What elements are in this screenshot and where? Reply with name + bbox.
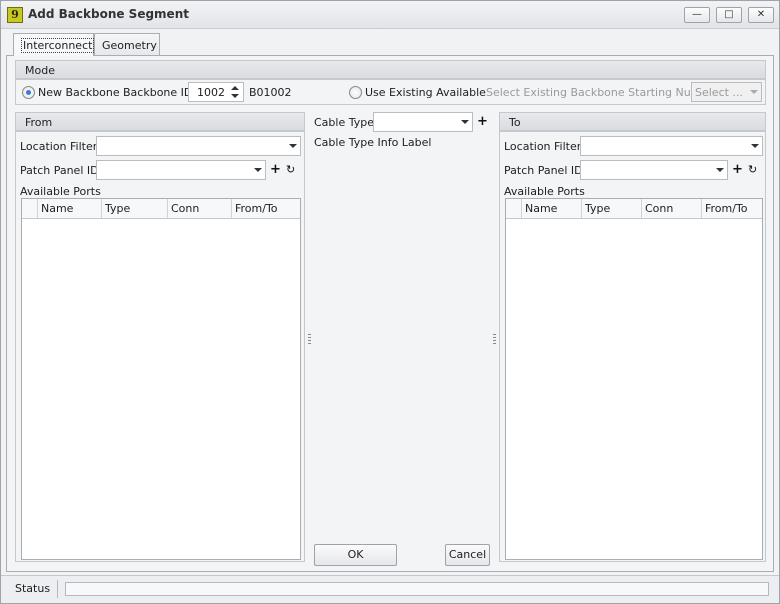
row-indicator-header	[22, 199, 38, 218]
tab-geometry-label: Geometry	[102, 39, 157, 52]
to-location-filter-label: Location Filter	[504, 140, 582, 153]
from-ports-grid[interactable]: Name Type Conn From/To	[21, 198, 301, 560]
tab-interconnect-label: Interconnect	[21, 38, 95, 53]
close-button[interactable]: ✕	[748, 7, 774, 23]
to-group-header: To	[499, 112, 766, 131]
from-location-filter-combo[interactable]	[96, 136, 301, 156]
select-existing-label: Select Existing Backbone Starting Number	[486, 86, 720, 99]
use-existing-label: Use Existing Available	[365, 86, 486, 99]
left-splitter-handle[interactable]	[308, 334, 311, 346]
tab-geometry[interactable]: Geometry	[94, 33, 160, 55]
to-available-ports-label: Available Ports	[504, 185, 585, 198]
add-cable-type-icon[interactable]: +	[477, 115, 488, 128]
ok-button[interactable]: OK	[314, 544, 397, 566]
window-title: Add Backbone Segment	[28, 7, 189, 21]
from-patch-panel-combo[interactable]	[96, 160, 266, 180]
column-header-type[interactable]: Type	[102, 199, 168, 218]
column-header-from-to[interactable]: From/To	[702, 199, 762, 218]
to-ports-grid-header: Name Type Conn From/To	[506, 199, 762, 219]
maximize-button[interactable]: □	[716, 7, 742, 23]
cable-type-combo[interactable]	[373, 112, 473, 132]
from-location-filter-label: Location Filter	[20, 140, 98, 153]
mode-group-header: Mode	[15, 60, 766, 79]
to-ports-grid[interactable]: Name Type Conn From/To	[505, 198, 763, 560]
from-group: Location Filter Patch Panel ID + ↻ Avail…	[15, 131, 305, 562]
cable-type-info-label: Cable Type Info Label	[314, 136, 432, 149]
minimize-button[interactable]: —	[684, 7, 710, 23]
status-label: Status	[15, 582, 51, 595]
chevron-down-icon[interactable]	[289, 144, 297, 148]
to-patch-panel-label: Patch Panel ID	[504, 164, 583, 177]
status-progress-bar	[65, 582, 769, 596]
cable-type-label: Cable Type	[314, 116, 374, 129]
spin-up-icon[interactable]	[231, 86, 239, 90]
mode-group: New Backbone Backbone ID 1002 B01002 Use…	[15, 79, 766, 105]
new-backbone-label: New Backbone	[38, 86, 120, 99]
cancel-button[interactable]: Cancel	[445, 544, 490, 566]
column-header-conn[interactable]: Conn	[642, 199, 702, 218]
chevron-down-icon[interactable]	[254, 168, 262, 172]
from-available-ports-label: Available Ports	[20, 185, 101, 198]
new-backbone-radio[interactable]	[22, 86, 35, 99]
column-header-type[interactable]: Type	[582, 199, 642, 218]
chevron-down-icon	[750, 90, 758, 94]
app-logo-icon: 9	[7, 7, 23, 23]
row-indicator-header	[506, 199, 522, 218]
to-location-filter-combo[interactable]	[580, 136, 763, 156]
chevron-down-icon[interactable]	[716, 168, 724, 172]
refresh-icon[interactable]: ↻	[748, 164, 757, 176]
backbone-id-label: Backbone ID	[123, 86, 193, 99]
backbone-code: B01002	[249, 86, 292, 99]
select-existing-combo: Select ...	[691, 82, 762, 102]
status-bar: Status	[1, 575, 779, 603]
column-header-conn[interactable]: Conn	[168, 199, 232, 218]
from-group-header: From	[15, 112, 305, 131]
dialog-window: 9 Add Backbone Segment — □ ✕ Interconnec…	[0, 0, 780, 604]
chevron-down-icon[interactable]	[461, 120, 469, 124]
spin-down-icon[interactable]	[231, 94, 239, 98]
column-header-name[interactable]: Name	[522, 199, 582, 218]
column-header-name[interactable]: Name	[38, 199, 102, 218]
status-separator	[57, 580, 58, 598]
from-ports-grid-header: Name Type Conn From/To	[22, 199, 300, 219]
refresh-icon[interactable]: ↻	[286, 164, 295, 176]
tab-content: Mode New Backbone Backbone ID 1002 B0100…	[6, 55, 774, 572]
add-icon[interactable]: +	[732, 163, 743, 176]
backbone-id-value: 1002	[197, 86, 225, 99]
chevron-down-icon[interactable]	[751, 144, 759, 148]
column-header-from-to[interactable]: From/To	[232, 199, 300, 218]
use-existing-radio[interactable]	[349, 86, 362, 99]
tab-interconnect[interactable]: Interconnect	[13, 33, 95, 56]
title-bar[interactable]: 9 Add Backbone Segment — □ ✕	[1, 1, 779, 29]
from-patch-panel-label: Patch Panel ID	[20, 164, 99, 177]
select-existing-placeholder: Select ...	[695, 86, 743, 99]
backbone-id-spinner[interactable]: 1002	[188, 82, 244, 102]
right-splitter-handle[interactable]	[493, 334, 496, 346]
add-icon[interactable]: +	[270, 163, 281, 176]
to-group: Location Filter Patch Panel ID + ↻ Avail…	[499, 131, 766, 562]
to-patch-panel-combo[interactable]	[580, 160, 728, 180]
